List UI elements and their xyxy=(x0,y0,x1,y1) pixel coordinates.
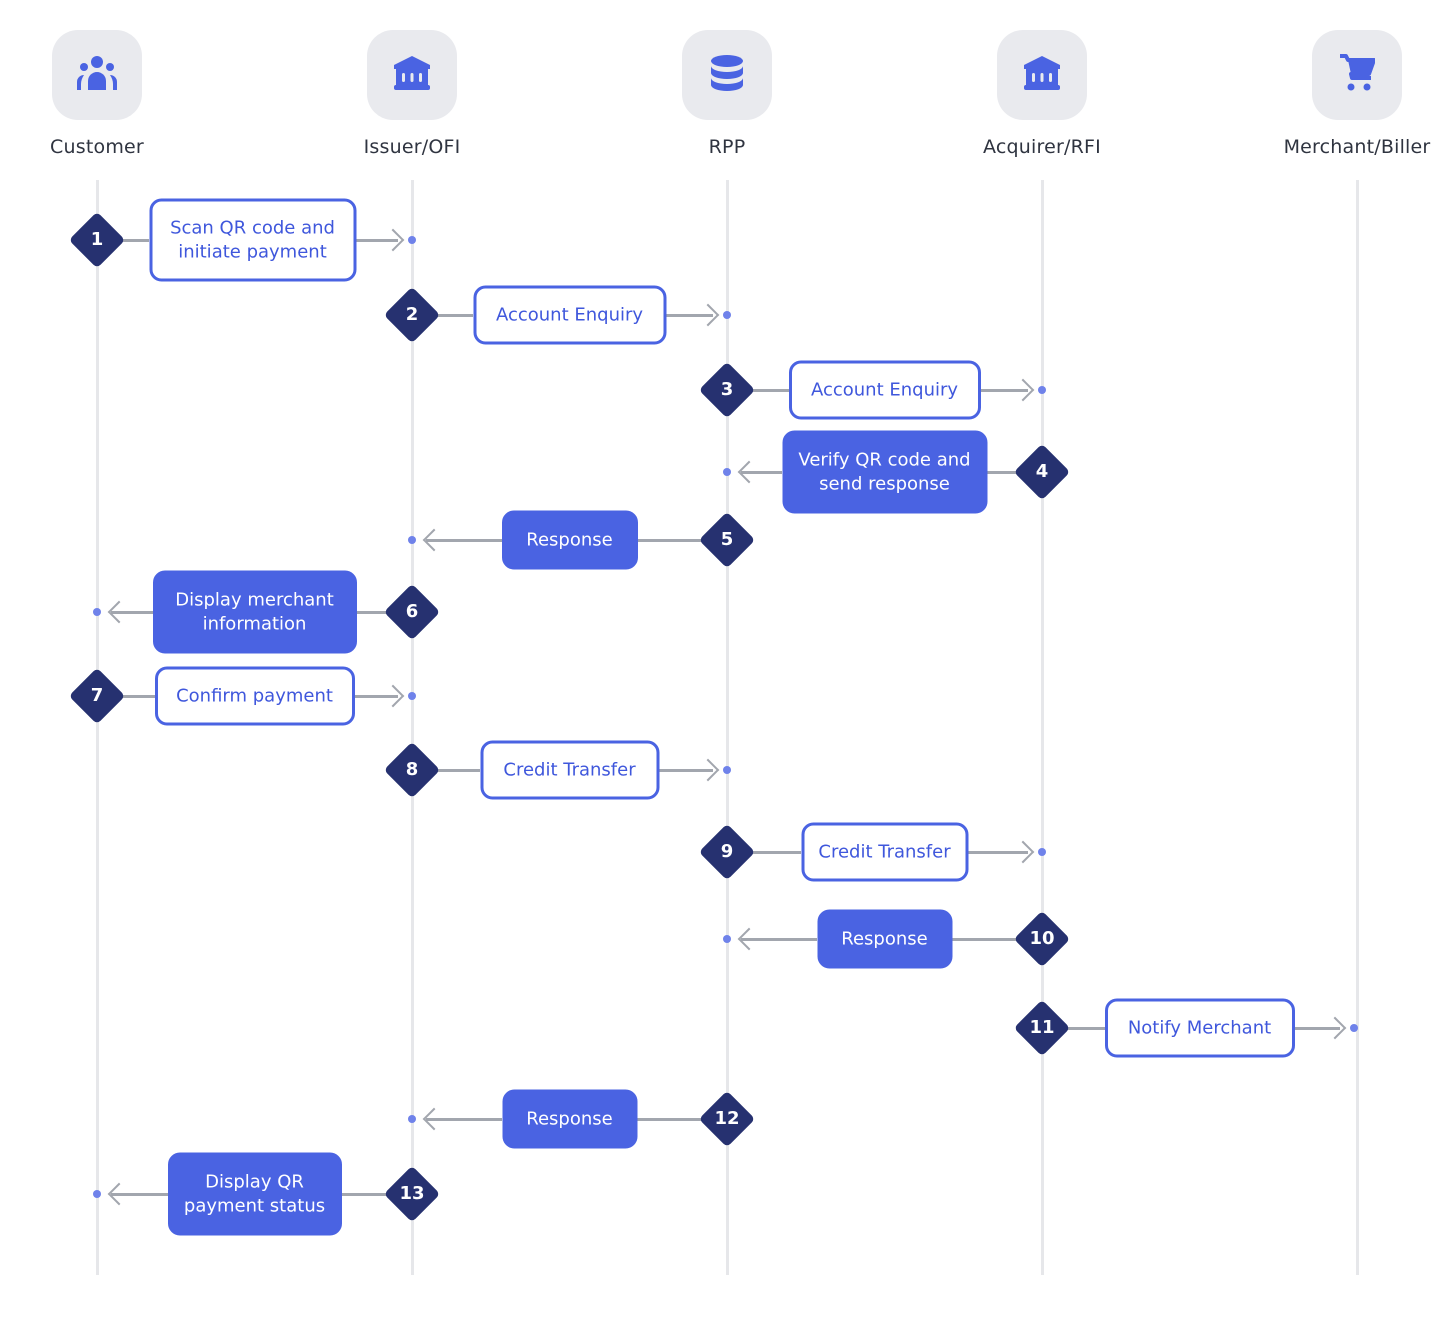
arrow-head-icon xyxy=(696,303,720,327)
participant: Issuer/OFI xyxy=(322,30,502,158)
arrow-head-icon xyxy=(422,528,446,552)
target-dot xyxy=(93,1190,101,1198)
step-number: 13 xyxy=(399,1183,425,1204)
bank-icon xyxy=(393,55,431,95)
step-message: Scan QR code and initiate payment xyxy=(149,198,356,282)
step-message: Response xyxy=(502,1089,637,1149)
target-dot xyxy=(408,1115,416,1123)
step-message: Credit Transfer xyxy=(480,740,659,800)
arrow-head-icon xyxy=(381,228,405,252)
step-number: 8 xyxy=(405,759,419,780)
step-message: Display QR payment status xyxy=(167,1152,342,1236)
step-message: Credit Transfer xyxy=(801,822,968,882)
arrow-head-icon xyxy=(1323,1016,1347,1040)
participant-tile xyxy=(52,30,142,120)
participant-name: RPP xyxy=(708,136,746,158)
people-icon xyxy=(76,55,118,95)
target-dot xyxy=(408,536,416,544)
step-number: 12 xyxy=(714,1108,740,1129)
step-number: 7 xyxy=(90,685,104,706)
step-message: Account Enquiry xyxy=(473,285,666,345)
lifeline xyxy=(1040,180,1044,1275)
target-dot xyxy=(723,468,731,476)
lifeline xyxy=(95,180,99,1275)
participant: Acquirer/RFI xyxy=(952,30,1132,158)
step-message: Response xyxy=(817,909,952,969)
arrow-head-icon xyxy=(737,460,761,484)
step-number: 4 xyxy=(1035,461,1049,482)
step-number: 1 xyxy=(90,229,104,250)
database-icon xyxy=(710,54,744,96)
participant-name: Customer xyxy=(50,136,144,158)
participant: Merchant/Biller xyxy=(1267,30,1447,158)
step-number: 11 xyxy=(1029,1017,1055,1038)
cart-icon xyxy=(1339,54,1376,96)
target-dot xyxy=(723,935,731,943)
step-number: 3 xyxy=(720,379,734,400)
target-dot xyxy=(408,236,416,244)
participant-name: Issuer/OFI xyxy=(363,136,461,158)
target-dot xyxy=(723,766,731,774)
target-dot xyxy=(1038,848,1046,856)
step-number: 6 xyxy=(405,601,419,622)
lifeline xyxy=(410,180,414,1275)
step-message: Response xyxy=(501,510,638,570)
participant-tile xyxy=(1312,30,1402,120)
arrow-head-icon xyxy=(422,1107,446,1131)
participant-tile xyxy=(997,30,1087,120)
step-number: 5 xyxy=(720,529,734,550)
step-message: Display merchant information xyxy=(152,570,357,654)
step-message: Account Enquiry xyxy=(788,360,981,420)
participant-tile xyxy=(367,30,457,120)
target-dot xyxy=(93,608,101,616)
participant: Customer xyxy=(7,30,187,158)
participant-name: Acquirer/RFI xyxy=(983,136,1101,158)
target-dot xyxy=(408,692,416,700)
lifeline xyxy=(1355,180,1359,1275)
participant: RPP xyxy=(637,30,817,158)
arrow-head-icon xyxy=(696,758,720,782)
target-dot xyxy=(1350,1024,1358,1032)
target-dot xyxy=(1038,386,1046,394)
arrow-head-icon xyxy=(107,600,131,624)
arrow-head-icon xyxy=(1011,840,1035,864)
arrow-head-icon xyxy=(107,1182,131,1206)
bank-icon xyxy=(1023,55,1061,95)
step-message: Notify Merchant xyxy=(1104,998,1295,1058)
arrow-head-icon xyxy=(1011,378,1035,402)
step-number: 2 xyxy=(405,304,419,325)
participant-name: Merchant/Biller xyxy=(1283,136,1431,158)
arrow-head-icon xyxy=(737,927,761,951)
arrow-head-icon xyxy=(381,684,405,708)
step-number: 9 xyxy=(720,841,734,862)
step-message: Confirm payment xyxy=(154,666,355,726)
target-dot xyxy=(723,311,731,319)
step-number: 10 xyxy=(1029,928,1055,949)
participant-tile xyxy=(682,30,772,120)
step-message: Verify QR code and send response xyxy=(782,430,987,514)
